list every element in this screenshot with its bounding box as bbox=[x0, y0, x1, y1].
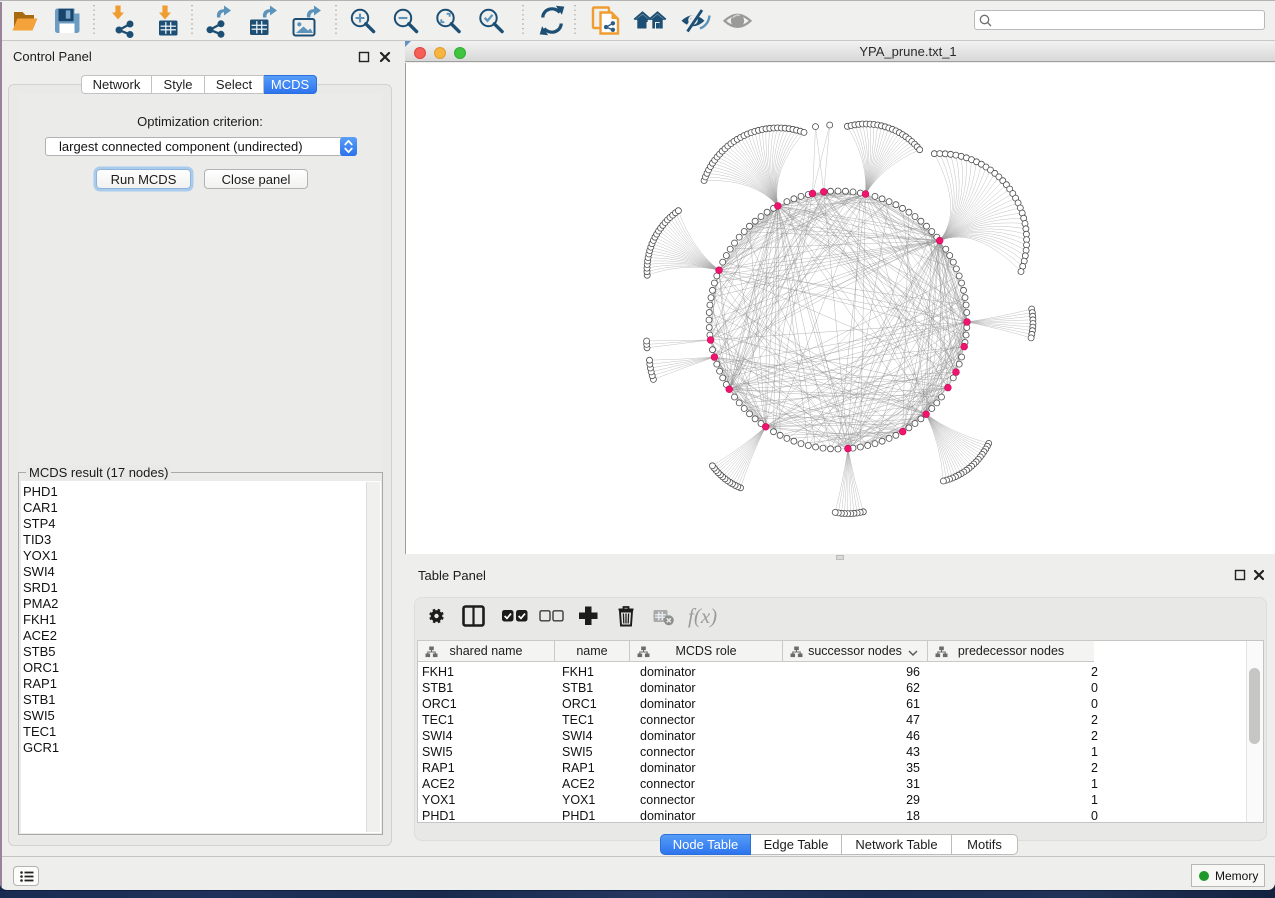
svg-text:f(x): f(x) bbox=[688, 604, 717, 628]
